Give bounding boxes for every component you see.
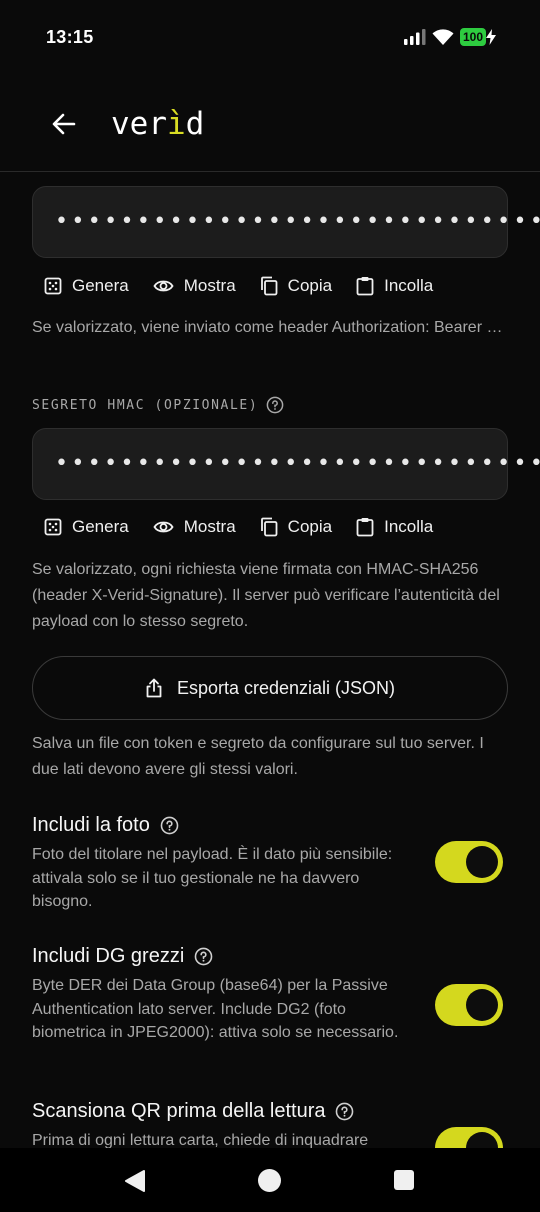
option-include-photo-desc: Foto del titolare nel payload. È il dato…	[32, 846, 393, 910]
include-raw-dg-toggle[interactable]	[435, 984, 503, 1026]
hmac-section-label: SEGRETO HMAC (OPZIONALE)	[32, 396, 284, 414]
hmac-copy-label: Copia	[287, 517, 333, 536]
help-icon[interactable]	[335, 1102, 354, 1121]
hmac-secret-field[interactable]: ••••••••••••••••••••••••••••••••	[32, 428, 540, 500]
hmac-copy-button[interactable]: Copia	[260, 517, 332, 537]
wifi-icon	[432, 28, 454, 45]
option-include-raw-dg-title: Includi DG grezzi	[32, 945, 213, 968]
clipboard-icon	[356, 518, 374, 537]
hmac-paste-button[interactable]: Incolla	[356, 517, 433, 537]
nav-recents-icon[interactable]	[394, 1170, 414, 1190]
export-help-text: Salva un file con token e segreto da con…	[32, 735, 484, 778]
token-actions: Genera Mostra Copia Incolla	[44, 271, 457, 301]
export-button-label: Esporta credenziali (JSON)	[176, 677, 396, 698]
export-credentials-button[interactable]: Esporta credenziali (JSON)	[32, 656, 508, 720]
signal-icon	[403, 29, 426, 45]
token-generate-button[interactable]: Genera	[44, 276, 129, 296]
option-include-raw-dg-desc: Byte DER dei Data Group (base64) per la …	[32, 977, 399, 1041]
token-paste-label: Incolla	[384, 276, 434, 295]
system-nav-bar	[0, 1148, 540, 1212]
option-scan-qr-title: Scansiona QR prima della lettura	[32, 1100, 354, 1123]
dice-icon	[44, 277, 62, 295]
token-copy-label: Copia	[287, 276, 333, 295]
toggle-knob	[466, 989, 498, 1021]
option-scan-qr-desc: Prima di ogni lettura carta, chiede di i…	[32, 1132, 369, 1148]
hmac-show-button[interactable]: Mostra	[153, 517, 236, 537]
hmac-masked-value: ••••••••••••••••••••••••••••••••	[55, 451, 540, 476]
app-bar: verìd	[0, 76, 540, 172]
token-field[interactable]: ••••••••••••••••••••••••••••••••	[32, 186, 540, 258]
dice-icon	[44, 518, 62, 536]
hmac-label-text: SEGRETO HMAC (OPZIONALE)	[32, 397, 259, 413]
token-show-button[interactable]: Mostra	[153, 276, 236, 296]
nav-back-icon[interactable]	[124, 1169, 146, 1193]
hmac-actions: Genera Mostra Copia Incolla	[44, 512, 457, 542]
toggle-knob	[466, 1132, 498, 1148]
hmac-show-label: Mostra	[183, 517, 236, 536]
eye-icon	[153, 521, 174, 533]
arrow-back-icon	[52, 113, 76, 135]
option-title-text: Includi la foto	[32, 814, 150, 836]
token-masked-value: ••••••••••••••••••••••••••••••••	[55, 209, 540, 234]
status-bar: 13:15 100	[0, 0, 540, 76]
hmac-generate-button[interactable]: Genera	[44, 517, 129, 537]
help-icon[interactable]	[266, 396, 284, 414]
back-button[interactable]	[44, 104, 84, 144]
help-icon[interactable]	[160, 816, 179, 835]
hmac-paste-label: Incolla	[384, 517, 434, 536]
option-title-text: Scansiona QR prima della lettura	[32, 1100, 326, 1122]
copy-icon	[260, 517, 278, 537]
help-icon[interactable]	[194, 947, 213, 966]
toggle-knob	[466, 846, 498, 878]
status-icons: 100	[403, 28, 496, 46]
eye-icon	[153, 280, 174, 292]
hmac-help-text: Se valorizzato, ogni richiesta viene fir…	[32, 561, 500, 630]
option-title-text: Includi DG grezzi	[32, 945, 185, 967]
status-time: 13:15	[46, 27, 94, 47]
option-include-photo-title: Includi la foto	[32, 814, 179, 837]
battery-icon: 100	[459, 28, 496, 46]
share-icon	[146, 678, 162, 698]
charging-bolt-icon	[486, 29, 496, 45]
battery-level: 100	[459, 28, 486, 46]
include-photo-toggle[interactable]	[435, 841, 503, 883]
logo-accent: ì	[167, 106, 186, 142]
app-logo: verìd	[111, 106, 204, 142]
token-copy-button[interactable]: Copia	[260, 276, 332, 296]
nav-home-icon[interactable]	[258, 1169, 281, 1192]
token-help-text: Se valorizzato, viene inviato come heade…	[32, 319, 503, 336]
hmac-generate-label: Genera	[72, 517, 129, 536]
scan-qr-toggle[interactable]	[435, 1127, 503, 1148]
logo-suffix: d	[185, 106, 205, 142]
token-generate-label: Genera	[72, 276, 129, 295]
clipboard-icon	[356, 277, 374, 296]
logo-prefix: ver	[111, 106, 167, 142]
token-paste-button[interactable]: Incolla	[356, 276, 433, 296]
token-show-label: Mostra	[183, 276, 236, 295]
copy-icon	[260, 276, 278, 296]
settings-content[interactable]: •••••••••••••••••••••••••••••••• Genera …	[0, 172, 540, 1148]
